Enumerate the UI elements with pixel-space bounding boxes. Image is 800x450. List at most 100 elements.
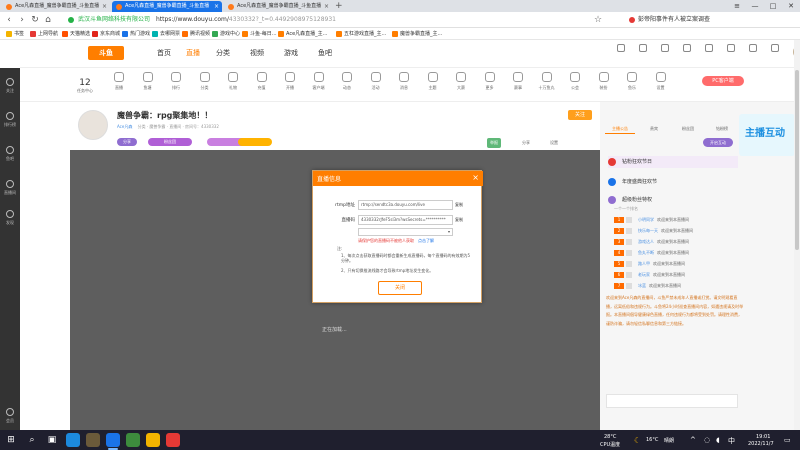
sidebar-item[interactable]: 排行榜 <box>0 112 20 128</box>
bookmark-item[interactable]: 去哪网票 <box>152 28 180 40</box>
url-bar[interactable]: 武汉斗鱼网络科技有限公司 https://www.douyu.com/43303… <box>66 14 586 26</box>
tab-diamond-rank[interactable]: 钻粉榜 <box>707 124 737 134</box>
browser-tab[interactable]: Ace凡森直播_魔兽争霸直播_斗鱼直播 × <box>224 1 332 12</box>
tool-item[interactable]: 直播 <box>104 72 134 91</box>
tool-item[interactable]: 开播 <box>275 72 305 91</box>
douyu-logo[interactable]: 斗鱼 <box>88 46 124 60</box>
bookmark-item[interactable]: 魔兽争霸直播_主... <box>392 28 442 40</box>
active-browser-taskbar-icon[interactable] <box>106 433 120 447</box>
pc-client-button[interactable]: PC客户端 <box>702 76 744 86</box>
new-tab-button[interactable]: + <box>335 0 343 12</box>
streamer-name[interactable]: Ace凡森 <box>117 124 132 129</box>
chat-input[interactable] <box>606 394 738 408</box>
input-method-icon[interactable]: 中 <box>728 436 735 446</box>
app-taskbar-icon[interactable] <box>126 433 140 447</box>
tool-item[interactable]: 客户端 <box>304 72 334 91</box>
close-button[interactable]: 关闭 <box>378 281 422 295</box>
close-dialog-button[interactable]: × <box>472 173 479 182</box>
minimize-button[interactable]: — <box>746 0 764 12</box>
sidebar-item[interactable]: 会员 <box>0 408 20 424</box>
tool-item[interactable]: 十万鱼丸 <box>532 72 562 91</box>
rank-row[interactable]: 4 鱼丸不断 欢迎来到本直播间 <box>614 248 724 258</box>
sidebar-item[interactable]: 直播间 <box>0 180 20 196</box>
tool-item[interactable]: 消息 <box>389 72 419 91</box>
game-icon[interactable] <box>746 44 760 64</box>
vip-icon[interactable] <box>768 44 782 64</box>
tool-item[interactable]: 分类 <box>190 72 220 91</box>
bookmark-item[interactable]: 书签 <box>6 28 24 40</box>
bookmark-item[interactable]: 腾讯视频 <box>182 28 210 40</box>
follow-button[interactable]: 关注 <box>568 110 592 120</box>
tool-item[interactable]: 充值 <box>247 72 277 91</box>
tool-item[interactable]: 排行 <box>161 72 191 91</box>
tool-item[interactable]: 装扮 <box>589 72 619 91</box>
tab-fans[interactable]: 粉丝团 <box>673 124 703 134</box>
netease-taskbar-icon[interactable] <box>166 433 180 447</box>
report-button[interactable]: 举报 <box>487 138 501 148</box>
bookmark-item[interactable]: 游戏中心 <box>212 28 240 40</box>
tool-item[interactable]: 设置 <box>646 72 676 91</box>
rank-row[interactable]: 5 路人甲 欢迎来到本直播间 <box>614 259 724 269</box>
sidebar-item[interactable]: 关注 <box>0 78 20 94</box>
game-taskbar-icon[interactable] <box>86 433 100 447</box>
bookmark-item[interactable]: 上网导航 <box>30 28 58 40</box>
tool-item[interactable]: 更多 <box>475 72 505 91</box>
home-button[interactable]: ⌂ <box>42 14 54 26</box>
rank-user-name[interactable]: 快乐每一天 <box>638 228 658 233</box>
scrollbar-thumb[interactable] <box>795 70 799 250</box>
share-button[interactable]: 分享 <box>522 138 530 148</box>
promo-banner[interactable]: 主播互动 <box>739 114 795 156</box>
rank-user-name[interactable]: 游戏达人 <box>638 239 654 244</box>
rank-user-name[interactable]: 老玩家 <box>638 272 650 277</box>
bookmark-item[interactable]: 斗鱼-每日... <box>242 28 277 40</box>
broadcast-icon[interactable] <box>724 44 738 64</box>
rank-user-name[interactable]: 鱼丸不断 <box>638 250 654 255</box>
task-view-icon[interactable]: ▣ <box>46 434 58 446</box>
close-tab-icon[interactable]: × <box>214 1 219 12</box>
side-event-row[interactable]: 年度盛典狂欢节 <box>608 176 738 188</box>
maximize-button[interactable]: □ <box>764 0 782 12</box>
rank-user-name[interactable]: 小明同学 <box>638 217 654 222</box>
bookmark-star-icon[interactable]: ☆ <box>592 14 604 26</box>
copy-rtmp-button[interactable]: 复制 <box>455 202 463 208</box>
clock-date[interactable]: 2022/11/7 <box>748 441 774 447</box>
tool-item[interactable]: 主题 <box>418 72 448 91</box>
streamer-avatar[interactable] <box>78 110 108 140</box>
nav-home[interactable]: 首页 <box>157 48 171 58</box>
history-icon[interactable] <box>614 44 628 64</box>
upload-icon[interactable] <box>702 44 716 64</box>
back-button[interactable]: ‹ <box>3 14 15 26</box>
rank-row[interactable]: 3 游戏达人 欢迎来到本直播间 <box>614 237 724 247</box>
share-chip[interactable]: 分享 <box>117 138 137 146</box>
fan-group-chip[interactable]: 粉丝团 <box>148 138 192 146</box>
forward-button[interactable]: › <box>16 14 28 26</box>
download-icon[interactable] <box>658 44 672 64</box>
bookmark-item[interactable]: 天猫精选 <box>62 28 90 40</box>
line-select[interactable]: ▾ <box>358 228 453 236</box>
tab-announcement[interactable]: 主播公告 <box>605 124 635 134</box>
bookmark-item[interactable]: 京东商城 <box>92 28 120 40</box>
rtmp-address-field[interactable]: rtmp://sendtc3a.douyu.com/live <box>358 200 453 210</box>
close-window-button[interactable]: ✕ <box>782 0 800 12</box>
nav-category[interactable]: 分类 <box>216 48 230 58</box>
tool-item[interactable]: 大赛 <box>446 72 476 91</box>
tool-item[interactable]: 动态 <box>332 72 362 91</box>
bookmark-item[interactable]: Ace凡森直播_主... <box>278 28 327 40</box>
notification-icon[interactable]: ▭ <box>784 436 791 444</box>
settings-button[interactable]: 设置 <box>550 138 558 148</box>
reload-button[interactable]: ↻ <box>29 14 41 26</box>
tool-item[interactable]: 鱼乐 <box>617 72 647 91</box>
windows-start-icon[interactable]: ⊞ <box>5 434 17 446</box>
sidebar-item[interactable]: 发现 <box>0 210 20 226</box>
tool-item[interactable]: 鱼塘 <box>133 72 163 91</box>
douyu-taskbar-icon[interactable] <box>146 433 160 447</box>
search-icon[interactable]: ⌕ <box>26 434 38 446</box>
stream-key-field[interactable]: 4330332rJfeF5sl3m?wsSecrets=********** <box>358 215 453 225</box>
side-event-row[interactable]: 钻粉狂欢节日 <box>608 156 738 168</box>
nav-video[interactable]: 视频 <box>250 48 264 58</box>
browser-taskbar-icon[interactable] <box>66 433 80 447</box>
news-ticker[interactable]: 彭帝阳事件有人被立案调查 <box>628 14 736 26</box>
menu-button[interactable]: ≡ <box>728 0 746 12</box>
tab-vip[interactable]: 贵宾 <box>639 124 669 134</box>
tool-item[interactable]: 礼物 <box>218 72 248 91</box>
